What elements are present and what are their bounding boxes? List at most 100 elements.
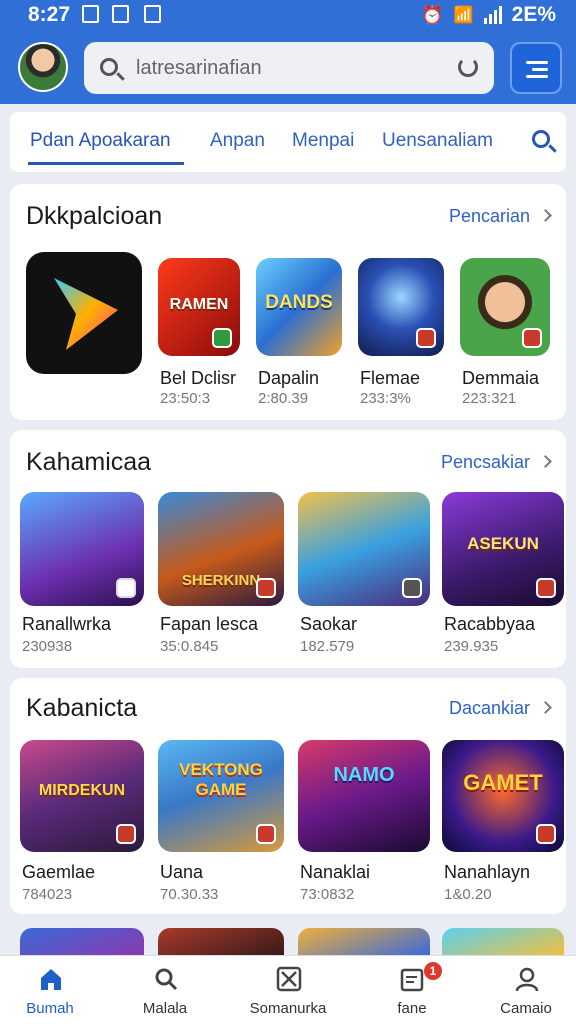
app-icon: VEKTONG GAME <box>158 740 284 852</box>
app-name: Flemae <box>360 368 421 388</box>
app-icon: SHERKINN <box>158 492 284 606</box>
app-name: Bel Dclisr <box>160 368 237 388</box>
app-icon: ASEKUN <box>442 492 564 606</box>
app-badge-icon <box>536 824 556 844</box>
app-icon-text: ASEKUN <box>467 534 539 553</box>
app-icon: NAMO <box>298 740 430 852</box>
app-icon-text: RAMEN <box>169 296 229 313</box>
tab-apoakaran[interactable]: Pdan Apoakaran <box>30 130 171 152</box>
tab-menpai[interactable]: Menpai <box>292 130 354 152</box>
app-badge-icon <box>402 578 422 598</box>
next-row-app-icon[interactable] <box>442 928 564 955</box>
app-name: Saokar <box>300 614 358 634</box>
app-icon-text: DANDS <box>265 292 333 313</box>
app-icon: MIRDEKUN <box>20 740 144 852</box>
filter-button[interactable] <box>510 42 562 94</box>
app-icon-text: GAMET <box>463 770 543 795</box>
active-tab-indicator <box>28 162 184 165</box>
app-meta: 23:50:3 <box>160 390 211 407</box>
section-see-all-link[interactable]: Pencsakiar <box>441 452 530 473</box>
search-input[interactable]: latresarinafian <box>136 57 262 80</box>
app-meta: 223:321 <box>462 390 517 407</box>
status-bar: 8:27 ⏰ 📶 2E% <box>0 0 576 30</box>
section-featured: Dkkpalcioan Pencarian RAMEN Bel Dclisr 2… <box>10 184 566 420</box>
app-icon <box>298 492 430 606</box>
app-meta: 73:0832 <box>300 886 355 903</box>
nav-label: Somanurka <box>249 1000 327 1017</box>
chevron-right-icon[interactable] <box>539 701 552 714</box>
app-name: Racabbyaa <box>444 614 536 634</box>
app-meta: 2:80.39 <box>258 390 309 407</box>
nav-label: fane <box>397 1000 427 1017</box>
tab-uensanaliam[interactable]: Uensanaliam <box>382 130 493 152</box>
next-row-app-icon[interactable] <box>20 928 144 955</box>
app-header: 8:27 ⏰ 📶 2E% latresarinafian <box>0 0 576 104</box>
next-row-app-icon[interactable] <box>158 928 284 955</box>
notification-icon <box>82 5 99 23</box>
nav-profile[interactable]: Camaio <box>476 956 576 1024</box>
app-name: Nanahlayn <box>444 862 531 882</box>
section-title: Kabanicta <box>26 694 138 722</box>
app-name: Ranallwrka <box>22 614 112 634</box>
section-see-all-link[interactable]: Pencarian <box>449 206 530 227</box>
nav-games[interactable]: Somanurka <box>238 956 338 1024</box>
nav-updates[interactable]: 1 fane <box>362 956 462 1024</box>
nav-search[interactable]: Malala <box>115 956 215 1024</box>
app-meta: 233:3% <box>360 390 411 407</box>
tab-anpan[interactable]: Anpan <box>210 130 265 152</box>
app-card[interactable]: GAMET Nanahlayn 1&0.20 <box>432 732 564 912</box>
app-card[interactable]: Saokar 182.579 <box>288 484 430 664</box>
section-title: Dkkpalcioan <box>26 202 163 230</box>
app-badge-icon <box>256 824 276 844</box>
status-time: 8:27 <box>28 3 71 26</box>
app-meta: 35:0.845 <box>160 638 219 655</box>
search-icon <box>100 58 118 76</box>
app-name: Nanaklai <box>300 862 371 882</box>
app-name: Gaemlae <box>22 862 96 882</box>
notification-badge: 1 <box>424 962 442 980</box>
search-icon <box>155 968 178 991</box>
profile-icon <box>515 967 539 992</box>
app-meta: 1&0.20 <box>444 886 492 903</box>
signal-icon <box>483 6 502 24</box>
app-badge-icon <box>536 578 556 598</box>
app-meta: 784023 <box>22 886 73 903</box>
refresh-icon[interactable] <box>458 57 478 77</box>
app-icon <box>20 492 144 606</box>
search-bar[interactable]: latresarinafian <box>84 42 494 94</box>
calendar-icon <box>144 5 161 23</box>
bottom-navigation: Bumah Malala Somanurka 1 fane Camaio <box>0 955 576 1024</box>
app-card[interactable]: NAMO Nanaklai 73:0832 <box>288 732 430 912</box>
app-icon: RAMEN <box>158 258 240 356</box>
play-logo-icon <box>26 252 142 374</box>
category-tabs: Pdan Apoakaran Anpan Menpai Uensanaliam <box>10 112 566 172</box>
chevron-right-icon[interactable] <box>539 455 552 468</box>
app-icon <box>460 258 550 356</box>
section-title: Kahamicaa <box>26 448 152 476</box>
app-card[interactable]: MIRDEKUN Gaemlae 784023 <box>10 732 144 912</box>
app-badge-icon <box>212 328 232 348</box>
app-badge-icon <box>416 328 436 348</box>
app-badge-icon <box>116 824 136 844</box>
app-card[interactable]: SHERKINN Fapan lesca 35:0.845 <box>148 484 284 664</box>
next-row-app-icon[interactable] <box>298 928 430 955</box>
nav-home[interactable]: Bumah <box>0 956 100 1024</box>
app-card[interactable]: VEKTONG GAME Uana 70.30.33 <box>148 732 284 912</box>
app-badge-icon <box>522 328 542 348</box>
app-name: Dapalin <box>258 368 320 388</box>
nav-label: Camaio <box>500 1000 552 1017</box>
avatar[interactable] <box>18 42 68 92</box>
tab-search-icon[interactable] <box>532 130 550 148</box>
app-name: Fapan lesca <box>160 614 259 634</box>
section-see-all-link[interactable]: Dacankiar <box>449 698 530 719</box>
app-badge-icon <box>116 578 136 598</box>
alarm-icon: ⏰ <box>421 4 444 25</box>
app-icon-text: NAMO <box>333 764 395 786</box>
app-icon <box>358 258 444 356</box>
app-badge-icon <box>256 578 276 598</box>
app-card[interactable]: Ranallwrka 230938 <box>10 484 144 664</box>
battery-text: 2E% <box>511 3 556 26</box>
app-meta: 182.579 <box>300 638 355 655</box>
app-card[interactable]: ASEKUN Racabbyaa 239.935 <box>432 484 564 664</box>
chevron-right-icon[interactable] <box>539 209 552 222</box>
